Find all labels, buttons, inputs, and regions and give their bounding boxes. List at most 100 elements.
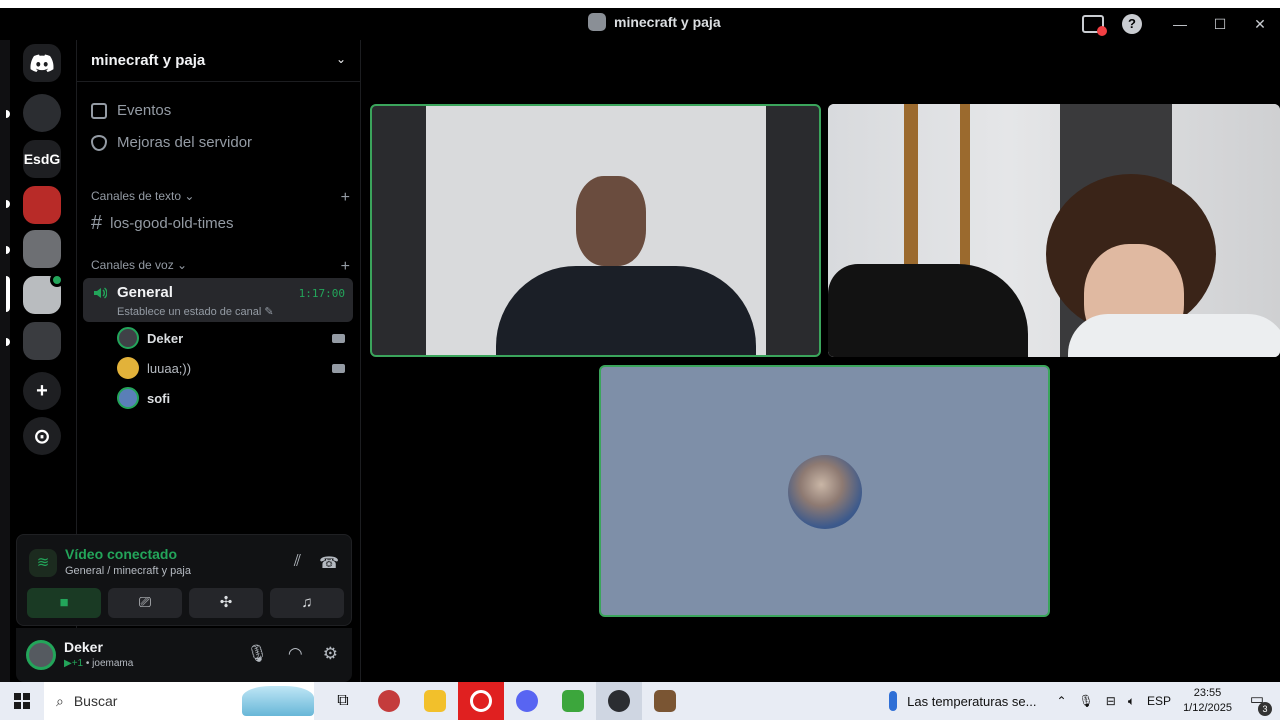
discord-icon [516, 690, 538, 712]
server-boosts-item[interactable]: Mejoras del servidor [91, 134, 252, 151]
server-icon[interactable] [23, 230, 61, 268]
maximize-button[interactable]: ☐ [1200, 16, 1240, 33]
voice-panel-actions: ⫽ ☎ [294, 553, 339, 573]
text-channel-item[interactable]: # los-good-old-times [91, 212, 234, 235]
server-icon[interactable] [23, 273, 64, 314]
server-icon[interactable] [23, 186, 61, 224]
voice-panel-buttons: ■ ⎚ ✣ ♫ [27, 588, 344, 618]
inbox-icon[interactable] [1082, 15, 1107, 36]
taskbar-app[interactable] [366, 682, 412, 720]
clock-date: 1/12/2025 [1183, 702, 1232, 714]
member-name: luuaa;)) [147, 360, 192, 376]
discord-icon [30, 54, 54, 72]
disconnect-icon[interactable]: ☎ [319, 553, 339, 573]
window-title-text: minecraft y paja [614, 14, 721, 30]
voice-channel-general[interactable]: General 1:17:00 Establece un estado de c… [83, 278, 353, 322]
voice-category[interactable]: Canales de voz ⌄ + [91, 258, 350, 276]
voice-status-subtitle[interactable]: General / minecraft y paja [65, 565, 191, 577]
video-stage [362, 40, 1280, 682]
voice-member[interactable]: sofi [117, 387, 345, 409]
add-channel-icon[interactable]: + [341, 258, 350, 276]
text-channel-name: los-good-old-times [110, 215, 234, 232]
gear-icon[interactable]: ⚙ [323, 644, 338, 664]
live-badge [50, 273, 64, 287]
folder-icon [424, 690, 446, 712]
chevron-down-icon: ⌄ [335, 52, 346, 66]
language-indicator[interactable]: ESP [1147, 694, 1171, 708]
boosts-label: Mejoras del servidor [117, 134, 253, 151]
edge-strip [0, 40, 10, 682]
server-folder[interactable] [23, 322, 61, 360]
search-placeholder: Buscar [73, 693, 118, 709]
user-controls: 🎙︎ ◠ ⚙ [246, 644, 338, 664]
add-channel-icon[interactable]: + [341, 189, 350, 207]
help-icon[interactable]: ? [1122, 14, 1142, 34]
taskbar-app[interactable] [550, 682, 596, 720]
clock[interactable]: 23:55 1/12/2025 [1183, 686, 1232, 716]
taskbar-app[interactable] [458, 682, 504, 720]
server-icon[interactable] [23, 94, 61, 132]
video-tile-deker[interactable] [370, 104, 821, 357]
close-button[interactable]: ✕ [1240, 16, 1280, 33]
avatar[interactable] [26, 640, 56, 670]
headphones-icon[interactable]: ◠ [288, 644, 303, 664]
activities-button[interactable]: ✣ [189, 588, 263, 618]
camera-button[interactable]: ■ [27, 588, 101, 618]
noise-suppression-icon[interactable]: ⫽ [294, 553, 301, 573]
screen-share-button[interactable]: ⎚ [108, 588, 182, 618]
speaker-icon [94, 287, 107, 299]
window-controls: ? — ☐ ✕ [1082, 8, 1280, 40]
events-item[interactable]: Eventos [91, 102, 171, 119]
taskbar-app[interactable] [642, 682, 688, 720]
voice-member[interactable]: luuaa;)) [117, 357, 345, 379]
taskbar-search[interactable]: ⌕ Buscar [44, 682, 314, 720]
microphone-icon[interactable]: 🎙︎ [246, 644, 268, 664]
app-icon [562, 690, 584, 712]
minimize-button[interactable]: — [1160, 16, 1200, 32]
avatar [117, 327, 139, 349]
voice-member[interactable]: Deker [117, 327, 345, 349]
weather-widget[interactable]: Las temperaturas se... [889, 691, 1036, 711]
video-feed [426, 106, 766, 355]
microphone-icon[interactable]: 🎙︎ [1079, 694, 1094, 708]
discord-home-button[interactable] [23, 44, 61, 82]
server-name: minecraft y paja [91, 52, 206, 69]
video-tile-sofi[interactable] [599, 365, 1050, 617]
boost-icon [91, 134, 107, 151]
network-icon[interactable]: ⊟ [1106, 694, 1116, 708]
user-name[interactable]: Deker [64, 639, 103, 655]
signal-icon[interactable]: ≋ [29, 549, 57, 577]
task-view-button[interactable]: ⧉ [320, 682, 366, 720]
taskbar-apps: ⧉ [320, 682, 688, 720]
user-status: ▶+1 • joemama [64, 658, 134, 669]
video-feed-detail [496, 266, 756, 355]
text-category-label: Canales de texto [91, 189, 182, 203]
thermometer-icon [889, 691, 898, 711]
explore-servers-button[interactable]: ⊙ [23, 417, 61, 455]
server-header[interactable]: minecraft y paja ⌄ [77, 40, 360, 82]
channel-status-prompt[interactable]: Establece un estado de canal ✎ [117, 305, 274, 318]
screen-share-icon: ⎚ [138, 594, 151, 611]
text-category[interactable]: Canales de texto ⌄ + [91, 189, 350, 207]
camera-icon: ■ [59, 594, 69, 611]
app-icon [378, 690, 400, 712]
user-panel: Deker ▶+1 • joemama 🎙︎ ◠ ⚙ [16, 628, 352, 682]
video-tile-luuaa[interactable] [828, 104, 1280, 357]
calendar-icon [91, 102, 107, 119]
voice-channel-name: General [117, 284, 173, 301]
chevron-up-icon[interactable]: ⌃ [1056, 694, 1066, 708]
avatar [117, 357, 139, 379]
notification-center-button[interactable]: ▭ 3 [1244, 690, 1272, 716]
taskbar-app[interactable] [412, 682, 458, 720]
plus-icon: + [36, 379, 48, 402]
volume-icon[interactable]: 🔈︎ [1128, 694, 1135, 709]
taskbar: ⌕ Buscar ⧉ Las temperaturas se... ⌃ 🎙︎ ⊟… [0, 682, 1280, 720]
taskbar-app[interactable] [504, 682, 550, 720]
add-server-button[interactable]: + [23, 372, 61, 410]
soundboard-button[interactable]: ♫ [270, 588, 344, 618]
windows-icon [14, 693, 30, 709]
weather-text: Las temperaturas se... [907, 693, 1037, 709]
server-esdg[interactable]: EsdG [23, 140, 61, 178]
start-button[interactable] [0, 682, 44, 720]
taskbar-app[interactable] [596, 682, 642, 720]
